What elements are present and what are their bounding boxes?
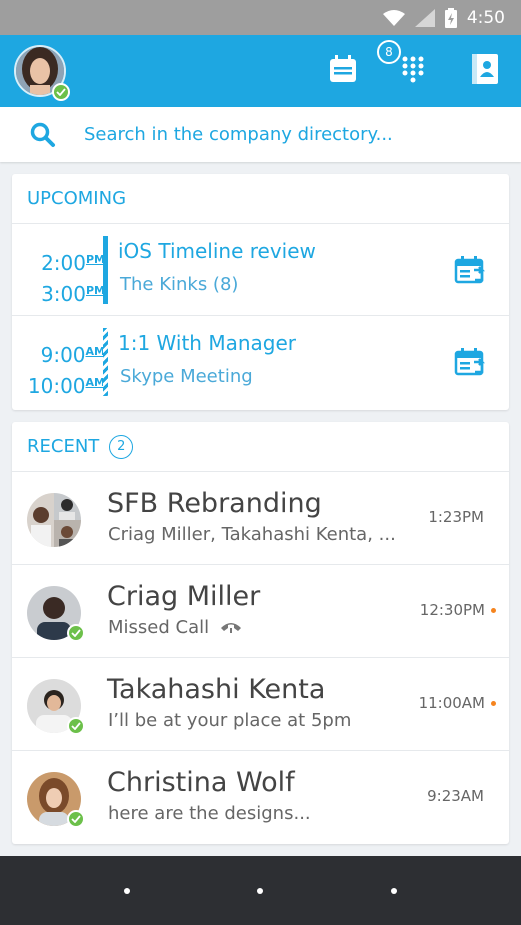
unread-dot [491,701,496,706]
snippet-text: Criag Miller, Takahashi Kenta, ... [108,524,396,545]
presence-available-icon [67,624,85,642]
wifi-icon [382,9,405,26]
dialpad-icon [401,55,425,87]
meeting-times: 9:00AM 10:00AM [28,338,105,400]
snippet-text: Missed Call [108,617,210,638]
meeting-end-time: 3:00 [41,282,86,306]
time-text: 11:00AM [418,694,485,712]
contact-avatar [27,772,85,828]
conversation-snippet: I’ll be at your place at 5pm [108,710,351,731]
conversation-snippet: here are the designs... [108,803,311,824]
app-header: 8 [0,35,521,107]
contacts-button[interactable] [467,53,503,89]
join-meeting-button[interactable] [453,254,487,288]
profile-avatar[interactable] [14,45,70,101]
group-avatar [27,493,81,547]
dialpad-button[interactable] [395,53,431,89]
nav-home-button[interactable] [257,887,264,894]
status-bar: 4:50 [0,0,521,35]
conversation-name: Takahashi Kenta [107,674,326,705]
conversation-name: SFB Rebranding [107,488,322,519]
meeting-title: iOS Timeline review [118,239,316,263]
conversation-snippet: Missed Call [108,617,243,638]
upcoming-header: UPCOMING [12,174,509,224]
signal-icon [414,8,435,27]
battery-icon [444,7,457,28]
snippet-text: I’ll be at your place at 5pm [108,710,352,731]
meeting-subtitle: Skype Meeting [120,366,253,387]
conversation-item[interactable]: Christina Wolf here are the designs... 9… [12,751,509,844]
conversation-time: 12:30PM [420,601,496,619]
recent-card: RECENT 2 SFB Rebranding Criag Miller, Ta… [12,422,509,844]
conversation-time: 11:00AM [419,694,496,712]
calendar-icon [328,54,358,88]
system-nav-bar [0,856,521,925]
unread-dot [491,608,496,613]
conversation-item[interactable]: Criag Miller Missed Call 12:30PM [12,565,509,658]
calendar-join-icon [453,348,487,384]
meeting-status-bar [103,236,108,304]
upcoming-title: UPCOMING [27,188,127,209]
time-text: 12:30PM [419,601,485,619]
search-icon [30,122,56,148]
contact-avatar [27,586,85,642]
meeting-end-time: 10:00 [27,374,86,398]
meeting-start-time: 9:00 [40,343,86,367]
presence-available-icon [67,717,85,735]
status-time: 4:50 [466,7,505,28]
meeting-item[interactable]: 9:00AM 10:00AM 1:1 With Manager Skype Me… [12,316,509,408]
missed-call-icon [219,617,243,638]
conversation-item[interactable]: SFB Rebranding Criag Miller, Takahashi K… [12,472,509,565]
presence-available-icon [52,83,70,101]
calendar-join-icon [453,256,487,292]
nav-back-button[interactable] [123,887,130,894]
conversation-time: 9:23AM [427,787,484,805]
search-bar[interactable]: Search in the company directory... [0,107,521,162]
conversation-time: 1:23PM [428,508,484,526]
join-meeting-button[interactable] [453,346,487,380]
contact-avatar [27,679,85,735]
meeting-title: 1:1 With Manager [118,331,296,355]
conversation-name: Criag Miller [107,581,261,612]
meeting-start-time: 2:00 [41,251,86,275]
contacts-icon [472,54,498,88]
recent-title: RECENT [27,436,100,457]
snippet-text: here are the designs... [108,803,311,824]
conversation-snippet: Criag Miller, Takahashi Kenta, ... [108,524,396,545]
presence-available-icon [67,810,85,828]
recent-header: RECENT 2 [12,422,509,472]
conversation-name: Christina Wolf [107,767,295,798]
upcoming-card: UPCOMING 2:00PM 3:00PM iOS Timeline revi… [12,174,509,410]
meeting-status-bar [103,328,108,396]
dialpad-badge: 8 [377,40,401,64]
conversation-item[interactable]: Takahashi Kenta I’ll be at your place at… [12,658,509,751]
meeting-item[interactable]: 2:00PM 3:00PM iOS Timeline review The Ki… [12,224,509,316]
search-input[interactable]: Search in the company directory... [84,124,393,145]
recent-count-badge: 2 [109,434,134,459]
meeting-subtitle: The Kinks (8) [120,274,239,295]
calendar-button[interactable] [325,53,361,89]
nav-recents-button[interactable] [391,887,398,894]
meeting-times: 2:00PM 3:00PM [41,246,105,308]
